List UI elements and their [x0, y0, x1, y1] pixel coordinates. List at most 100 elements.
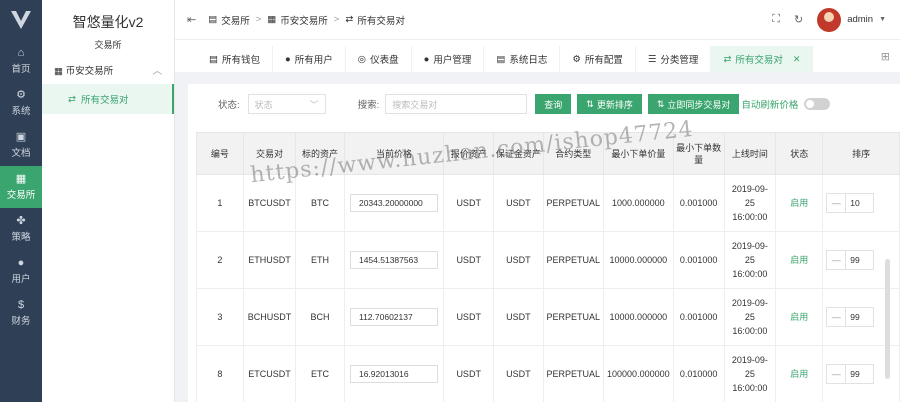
table-scrollbar[interactable]: [885, 259, 890, 379]
tab-2[interactable]: ● 所有用户: [273, 46, 346, 72]
cell-base: BCH: [295, 288, 345, 346]
column-header: 排序: [822, 132, 900, 175]
auto-refresh-toggle[interactable]: [804, 98, 831, 110]
sort-value[interactable]: 99: [846, 250, 875, 270]
rail-item-4[interactable]: ▦ 交易所: [0, 166, 42, 208]
tab-icon: ▤: [496, 53, 506, 65]
rail-item-1[interactable]: ⌂ 首页: [0, 40, 42, 82]
sort-icon: ⇅: [586, 98, 594, 109]
caret-down-icon: ▼: [879, 16, 886, 23]
sync-pairs-button[interactable]: ⇅ 立即同步交易对: [647, 94, 740, 114]
minus-icon[interactable]: —: [826, 250, 847, 270]
cell-min_qty: 0.001000: [672, 288, 725, 346]
pairs-table: 编号 交易对 标的资产 当前价格 报价资产 保证金资产 合约类型 最小下单价量 最小下单数量 上线…: [196, 132, 900, 402]
rail-item-3[interactable]: ▣ 文档: [0, 124, 42, 166]
submenu-group-binance[interactable]: ▦ 币安交易所 ︿: [42, 56, 174, 84]
cell-min_price: 1000.000000: [603, 174, 674, 232]
sort-stepper[interactable]: —10: [826, 193, 896, 213]
price-input[interactable]: 112.70602137: [349, 308, 438, 326]
sort-value[interactable]: 99: [846, 307, 875, 327]
fullscreen-icon[interactable]: ⛶: [772, 13, 780, 26]
sync-icon: ⇅: [656, 98, 665, 109]
breadcrumb: ⇤ ▤ 交易所 > ▦ 币安交易所 > ⇄ 所有交易对: [175, 13, 405, 27]
status-label: 状态:: [218, 100, 240, 111]
cell-price: 1454.51387563: [343, 231, 445, 289]
brand-title: 智悠量化v2: [72, 14, 144, 30]
submenu-item-all-pairs[interactable]: ⇄ 所有交易对: [42, 84, 174, 114]
tab-label: 仪表盘: [370, 55, 399, 66]
cell-online: 2019-09-25 16:00:00: [723, 288, 777, 346]
price-input[interactable]: 1454.51387563: [349, 251, 438, 269]
breadcrumb-exchange-icon: ⇄: [345, 14, 354, 25]
cell-min_qty: 0.001000: [672, 231, 725, 289]
tab-icon: ●: [285, 53, 291, 65]
tab-bar: ▤ 所有钱包 ● 所有用户 ◎ 仪表盘 ● 用户管理 ▤ 系统日志 ⚙ 所有配置 ☰ 分类管理 ⇄ 所有交易对…: [175, 40, 900, 72]
coin-icon: $: [17, 299, 25, 311]
refresh-icon[interactable]: ↻: [794, 13, 803, 26]
tab-label: 所有用户: [294, 55, 333, 66]
cell-online: 2019-09-25 16:00:00: [723, 345, 777, 402]
tab-icon: ☰: [647, 53, 657, 65]
cell-status: 启用: [775, 345, 824, 402]
tab-8[interactable]: ⇄ 所有交易对 ✕: [711, 46, 814, 72]
column-header: 保证金资产: [493, 132, 544, 175]
cell-min_qty: 0.001000: [672, 174, 725, 232]
rail-item-6[interactable]: ● 用户: [0, 250, 42, 292]
auto-refresh-label: 自动刷新价格: [741, 100, 799, 111]
cell-quote: USDT: [443, 345, 495, 402]
tab-icon: ⚙: [572, 53, 581, 65]
apps-grid-icon[interactable]: ⊞: [881, 50, 890, 63]
tab-3[interactable]: ◎ 仪表盘: [346, 46, 412, 72]
cell-pair: ETHUSDT: [242, 231, 297, 289]
status-badge[interactable]: 启用: [790, 312, 808, 322]
sub-menu: 智悠量化v2 交易所 ▦ 币安交易所 ︿ ⇄ 所有交易对: [42, 0, 175, 402]
tab-1[interactable]: ▤ 所有钱包: [197, 46, 273, 72]
column-header: 编号: [196, 132, 244, 175]
breadcrumb-item-2[interactable]: 币安交易所: [280, 13, 328, 27]
tab-6[interactable]: ⚙ 所有配置: [560, 46, 636, 72]
update-sort-button[interactable]: ⇅ 更新排序: [577, 94, 642, 114]
sort-value[interactable]: 99: [846, 364, 875, 384]
minus-icon[interactable]: —: [826, 307, 847, 327]
home-icon: ⌂: [17, 47, 25, 59]
search-input-placeholder: 搜索交易对: [392, 99, 438, 110]
tab-7[interactable]: ☰ 分类管理: [636, 46, 712, 72]
status-badge[interactable]: 启用: [790, 255, 808, 265]
column-header: 状态: [775, 132, 824, 175]
tab-4[interactable]: ● 用户管理: [412, 46, 485, 72]
status-select[interactable]: 状态 ﹀: [247, 94, 326, 114]
minus-icon[interactable]: —: [826, 193, 847, 213]
cell-quote: USDT: [443, 288, 495, 346]
status-badge[interactable]: 启用: [790, 198, 808, 208]
sort-value[interactable]: 10: [846, 193, 875, 213]
search-input[interactable]: 搜索交易对: [385, 94, 528, 114]
breadcrumb-item-1[interactable]: 交易所: [221, 13, 250, 27]
top-header: ⇤ ▤ 交易所 > ▦ 币安交易所 > ⇄ 所有交易对 ⛶ ↻ admin ▼: [175, 0, 900, 40]
rail-item-label: 策略: [11, 232, 31, 243]
rail-item-label: 文档: [11, 148, 31, 159]
cell-quote: USDT: [443, 231, 495, 289]
price-input[interactable]: 16.92013016: [349, 365, 438, 383]
main-content: 状态: 状态 ﹀ 搜索: 搜索交易对 查询 ⇅ 更新排序 ⇅ 立即同步交易对 自…: [188, 84, 900, 402]
cell-type: PERPETUAL: [542, 174, 605, 232]
submenu-item-label: 所有交易对: [80, 95, 129, 106]
rail-item-7[interactable]: $ 财务: [0, 292, 42, 334]
table-header-row: 编号 交易对 标的资产 当前价格 报价资产 保证金资产 合约类型 最小下单价量 最小下单数量 上线…: [196, 132, 900, 175]
menu-fold-icon[interactable]: ⇤: [187, 13, 196, 26]
tab-label: 所有钱包: [221, 55, 260, 66]
close-icon[interactable]: ✕: [793, 54, 801, 65]
price-input[interactable]: 20343.20000000: [349, 194, 438, 212]
column-header: 最小下单价量: [603, 132, 674, 175]
user-menu[interactable]: admin ▼: [817, 7, 886, 32]
column-header: 当前价格: [343, 132, 445, 175]
tab-5[interactable]: ▤ 系统日志: [484, 46, 561, 72]
minus-icon[interactable]: —: [826, 364, 847, 384]
rail-item-5[interactable]: ✤ 策略: [0, 208, 42, 250]
query-button[interactable]: 查询: [535, 94, 572, 114]
cell-sort: —10: [822, 174, 900, 232]
status-badge[interactable]: 启用: [790, 369, 808, 379]
column-header: 报价资产: [443, 132, 495, 175]
book-icon: ▣: [15, 131, 27, 143]
cell-type: PERPETUAL: [542, 288, 605, 346]
rail-item-2[interactable]: ⚙ 系统: [0, 82, 42, 124]
